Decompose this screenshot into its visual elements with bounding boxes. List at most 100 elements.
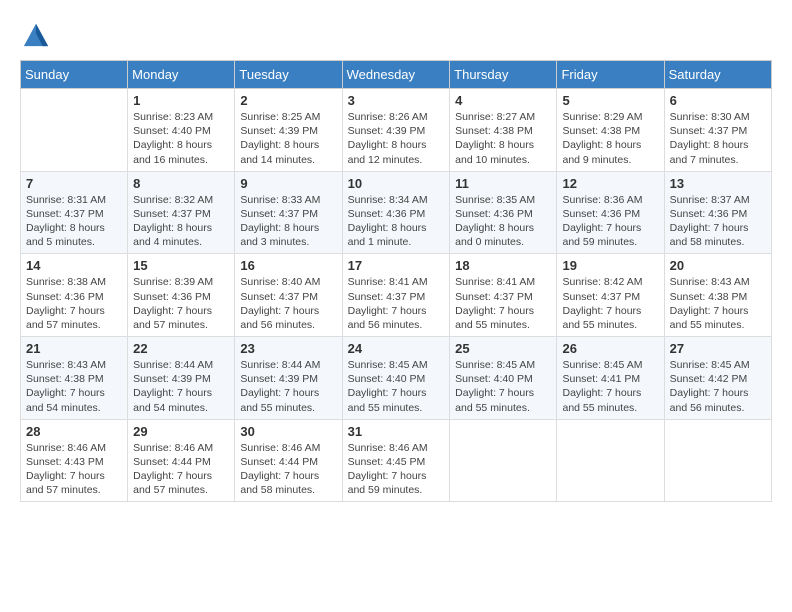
day-number: 2 <box>240 93 336 108</box>
calendar-week-4: 21 Sunrise: 8:43 AMSunset: 4:38 PMDayligh… <box>21 337 772 420</box>
calendar-cell: 4 Sunrise: 8:27 AMSunset: 4:38 PMDaylight… <box>450 89 557 172</box>
day-info: Sunrise: 8:46 AMSunset: 4:44 PMDaylight:… <box>133 441 229 498</box>
day-info: Sunrise: 8:46 AMSunset: 4:43 PMDaylight:… <box>26 441 122 498</box>
day-number: 16 <box>240 258 336 273</box>
day-info: Sunrise: 8:42 AMSunset: 4:37 PMDaylight:… <box>562 275 658 332</box>
calendar-cell: 2 Sunrise: 8:25 AMSunset: 4:39 PMDaylight… <box>235 89 342 172</box>
day-number: 6 <box>670 93 766 108</box>
calendar-cell <box>664 419 771 502</box>
day-number: 24 <box>348 341 445 356</box>
day-info: Sunrise: 8:45 AMSunset: 4:40 PMDaylight:… <box>348 358 445 415</box>
calendar-week-1: 1 Sunrise: 8:23 AMSunset: 4:40 PMDaylight… <box>21 89 772 172</box>
day-number: 11 <box>455 176 551 191</box>
calendar-cell: 26 Sunrise: 8:45 AMSunset: 4:41 PMDayligh… <box>557 337 664 420</box>
day-number: 13 <box>670 176 766 191</box>
day-number: 7 <box>26 176 122 191</box>
calendar-cell: 5 Sunrise: 8:29 AMSunset: 4:38 PMDaylight… <box>557 89 664 172</box>
calendar-cell: 8Sunrise: 8:32 AMSunset: 4:37 PMDaylight… <box>128 171 235 254</box>
calendar-cell: 15 Sunrise: 8:39 AMSunset: 4:36 PMDayligh… <box>128 254 235 337</box>
column-header-saturday: Saturday <box>664 61 771 89</box>
day-info: Sunrise: 8:25 AMSunset: 4:39 PMDaylight:… <box>240 110 336 167</box>
day-number: 14 <box>26 258 122 273</box>
day-info: Sunrise: 8:43 AMSunset: 4:38 PMDaylight:… <box>26 358 122 415</box>
calendar-cell <box>21 89 128 172</box>
calendar-cell: 12Sunrise: 8:36 AMSunset: 4:36 PMDayligh… <box>557 171 664 254</box>
day-number: 25 <box>455 341 551 356</box>
calendar-cell: 30 Sunrise: 8:46 AMSunset: 4:44 PMDayligh… <box>235 419 342 502</box>
day-info: Sunrise: 8:38 AMSunset: 4:36 PMDaylight:… <box>26 275 122 332</box>
day-number: 3 <box>348 93 445 108</box>
day-info: Sunrise: 8:23 AMSunset: 4:40 PMDaylight:… <box>133 110 229 167</box>
day-info: Sunrise: 8:37 AMSunset: 4:36 PMDaylight:… <box>670 193 766 250</box>
day-info: Sunrise: 8:45 AMSunset: 4:41 PMDaylight:… <box>562 358 658 415</box>
day-number: 27 <box>670 341 766 356</box>
day-number: 17 <box>348 258 445 273</box>
day-info: Sunrise: 8:40 AMSunset: 4:37 PMDaylight:… <box>240 275 336 332</box>
calendar-cell: 6 Sunrise: 8:30 AMSunset: 4:37 PMDaylight… <box>664 89 771 172</box>
day-number: 5 <box>562 93 658 108</box>
logo-icon <box>22 20 50 48</box>
calendar-cell: 16 Sunrise: 8:40 AMSunset: 4:37 PMDayligh… <box>235 254 342 337</box>
calendar-cell <box>450 419 557 502</box>
day-number: 23 <box>240 341 336 356</box>
calendar-cell <box>557 419 664 502</box>
day-info: Sunrise: 8:32 AMSunset: 4:37 PMDaylight:… <box>133 193 229 250</box>
day-number: 22 <box>133 341 229 356</box>
day-info: Sunrise: 8:34 AMSunset: 4:36 PMDaylight:… <box>348 193 445 250</box>
calendar-cell: 23 Sunrise: 8:44 AMSunset: 4:39 PMDayligh… <box>235 337 342 420</box>
day-info: Sunrise: 8:39 AMSunset: 4:36 PMDaylight:… <box>133 275 229 332</box>
calendar-week-3: 14 Sunrise: 8:38 AMSunset: 4:36 PMDayligh… <box>21 254 772 337</box>
column-header-sunday: Sunday <box>21 61 128 89</box>
day-info: Sunrise: 8:43 AMSunset: 4:38 PMDaylight:… <box>670 275 766 332</box>
day-number: 20 <box>670 258 766 273</box>
calendar-cell: 9Sunrise: 8:33 AMSunset: 4:37 PMDaylight… <box>235 171 342 254</box>
page-header <box>20 20 772 44</box>
day-info: Sunrise: 8:44 AMSunset: 4:39 PMDaylight:… <box>240 358 336 415</box>
day-info: Sunrise: 8:26 AMSunset: 4:39 PMDaylight:… <box>348 110 445 167</box>
calendar-cell: 29 Sunrise: 8:46 AMSunset: 4:44 PMDayligh… <box>128 419 235 502</box>
day-number: 30 <box>240 424 336 439</box>
day-info: Sunrise: 8:41 AMSunset: 4:37 PMDaylight:… <box>455 275 551 332</box>
day-number: 4 <box>455 93 551 108</box>
day-number: 12 <box>562 176 658 191</box>
day-info: Sunrise: 8:30 AMSunset: 4:37 PMDaylight:… <box>670 110 766 167</box>
day-number: 28 <box>26 424 122 439</box>
column-header-tuesday: Tuesday <box>235 61 342 89</box>
column-header-wednesday: Wednesday <box>342 61 450 89</box>
calendar-cell: 18 Sunrise: 8:41 AMSunset: 4:37 PMDayligh… <box>450 254 557 337</box>
calendar-table: SundayMondayTuesdayWednesdayThursdayFrid… <box>20 60 772 502</box>
calendar-cell: 28 Sunrise: 8:46 AMSunset: 4:43 PMDayligh… <box>21 419 128 502</box>
calendar-week-5: 28 Sunrise: 8:46 AMSunset: 4:43 PMDayligh… <box>21 419 772 502</box>
calendar-cell: 17 Sunrise: 8:41 AMSunset: 4:37 PMDayligh… <box>342 254 450 337</box>
calendar-cell: 7Sunrise: 8:31 AMSunset: 4:37 PMDaylight… <box>21 171 128 254</box>
day-info: Sunrise: 8:41 AMSunset: 4:37 PMDaylight:… <box>348 275 445 332</box>
calendar-cell: 24 Sunrise: 8:45 AMSunset: 4:40 PMDayligh… <box>342 337 450 420</box>
calendar-cell: 20 Sunrise: 8:43 AMSunset: 4:38 PMDayligh… <box>664 254 771 337</box>
day-number: 18 <box>455 258 551 273</box>
calendar-cell: 14 Sunrise: 8:38 AMSunset: 4:36 PMDayligh… <box>21 254 128 337</box>
day-number: 15 <box>133 258 229 273</box>
day-number: 29 <box>133 424 229 439</box>
day-info: Sunrise: 8:46 AMSunset: 4:44 PMDaylight:… <box>240 441 336 498</box>
day-number: 21 <box>26 341 122 356</box>
day-number: 1 <box>133 93 229 108</box>
calendar-cell: 25 Sunrise: 8:45 AMSunset: 4:40 PMDayligh… <box>450 337 557 420</box>
day-info: Sunrise: 8:29 AMSunset: 4:38 PMDaylight:… <box>562 110 658 167</box>
calendar-cell: 10 Sunrise: 8:34 AMSunset: 4:36 PMDayligh… <box>342 171 450 254</box>
calendar-cell: 3 Sunrise: 8:26 AMSunset: 4:39 PMDaylight… <box>342 89 450 172</box>
calendar-cell: 21 Sunrise: 8:43 AMSunset: 4:38 PMDayligh… <box>21 337 128 420</box>
day-info: Sunrise: 8:27 AMSunset: 4:38 PMDaylight:… <box>455 110 551 167</box>
day-number: 10 <box>348 176 445 191</box>
day-number: 9 <box>240 176 336 191</box>
calendar-cell: 13 Sunrise: 8:37 AMSunset: 4:36 PMDayligh… <box>664 171 771 254</box>
column-header-monday: Monday <box>128 61 235 89</box>
column-header-thursday: Thursday <box>450 61 557 89</box>
calendar-cell: 22Sunrise: 8:44 AMSunset: 4:39 PMDayligh… <box>128 337 235 420</box>
day-info: Sunrise: 8:45 AMSunset: 4:40 PMDaylight:… <box>455 358 551 415</box>
calendar-cell: 1 Sunrise: 8:23 AMSunset: 4:40 PMDaylight… <box>128 89 235 172</box>
calendar-cell: 31Sunrise: 8:46 AMSunset: 4:45 PMDayligh… <box>342 419 450 502</box>
calendar-week-2: 7Sunrise: 8:31 AMSunset: 4:37 PMDaylight… <box>21 171 772 254</box>
day-number: 19 <box>562 258 658 273</box>
day-number: 26 <box>562 341 658 356</box>
calendar-cell: 19 Sunrise: 8:42 AMSunset: 4:37 PMDayligh… <box>557 254 664 337</box>
